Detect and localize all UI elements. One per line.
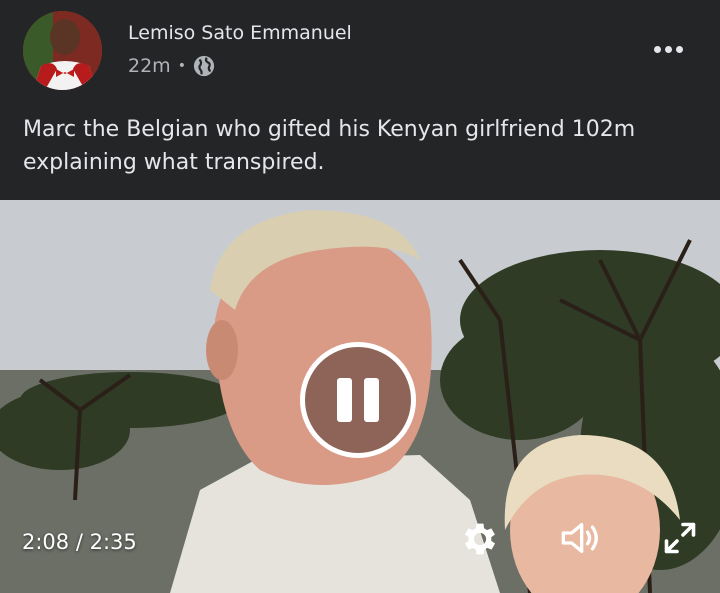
more-horizontal-icon [675, 45, 683, 53]
author-name[interactable]: Lemiso Sato Emmanuel [128, 22, 352, 44]
pause-icon [337, 378, 352, 422]
globe-icon [193, 55, 215, 77]
meta-separator: • [177, 58, 186, 74]
post-caption: Marc the Belgian who gifted his Kenyan g… [23, 113, 703, 179]
author-avatar[interactable] [23, 11, 102, 90]
post-meta: 22m • [128, 55, 215, 77]
caption-line: Marc the Belgian who gifted his Kenyan g… [23, 117, 636, 142]
volume-icon[interactable] [558, 518, 602, 558]
more-horizontal-icon [664, 45, 672, 53]
video-player[interactable]: 2:08 / 2:35 [0, 200, 720, 593]
more-options-button[interactable] [648, 36, 688, 62]
settings-icon[interactable] [459, 518, 501, 560]
post-time[interactable]: 22m [128, 55, 171, 77]
caption-line: explaining what transpired. [23, 150, 325, 175]
fullscreen-icon[interactable] [662, 520, 698, 556]
more-horizontal-icon [653, 45, 661, 53]
pause-button[interactable] [300, 342, 416, 458]
post-header: Lemiso Sato Emmanuel 22m • Marc the Belg… [0, 0, 720, 200]
pause-icon [364, 378, 379, 422]
video-time: 2:08 / 2:35 [22, 530, 137, 554]
